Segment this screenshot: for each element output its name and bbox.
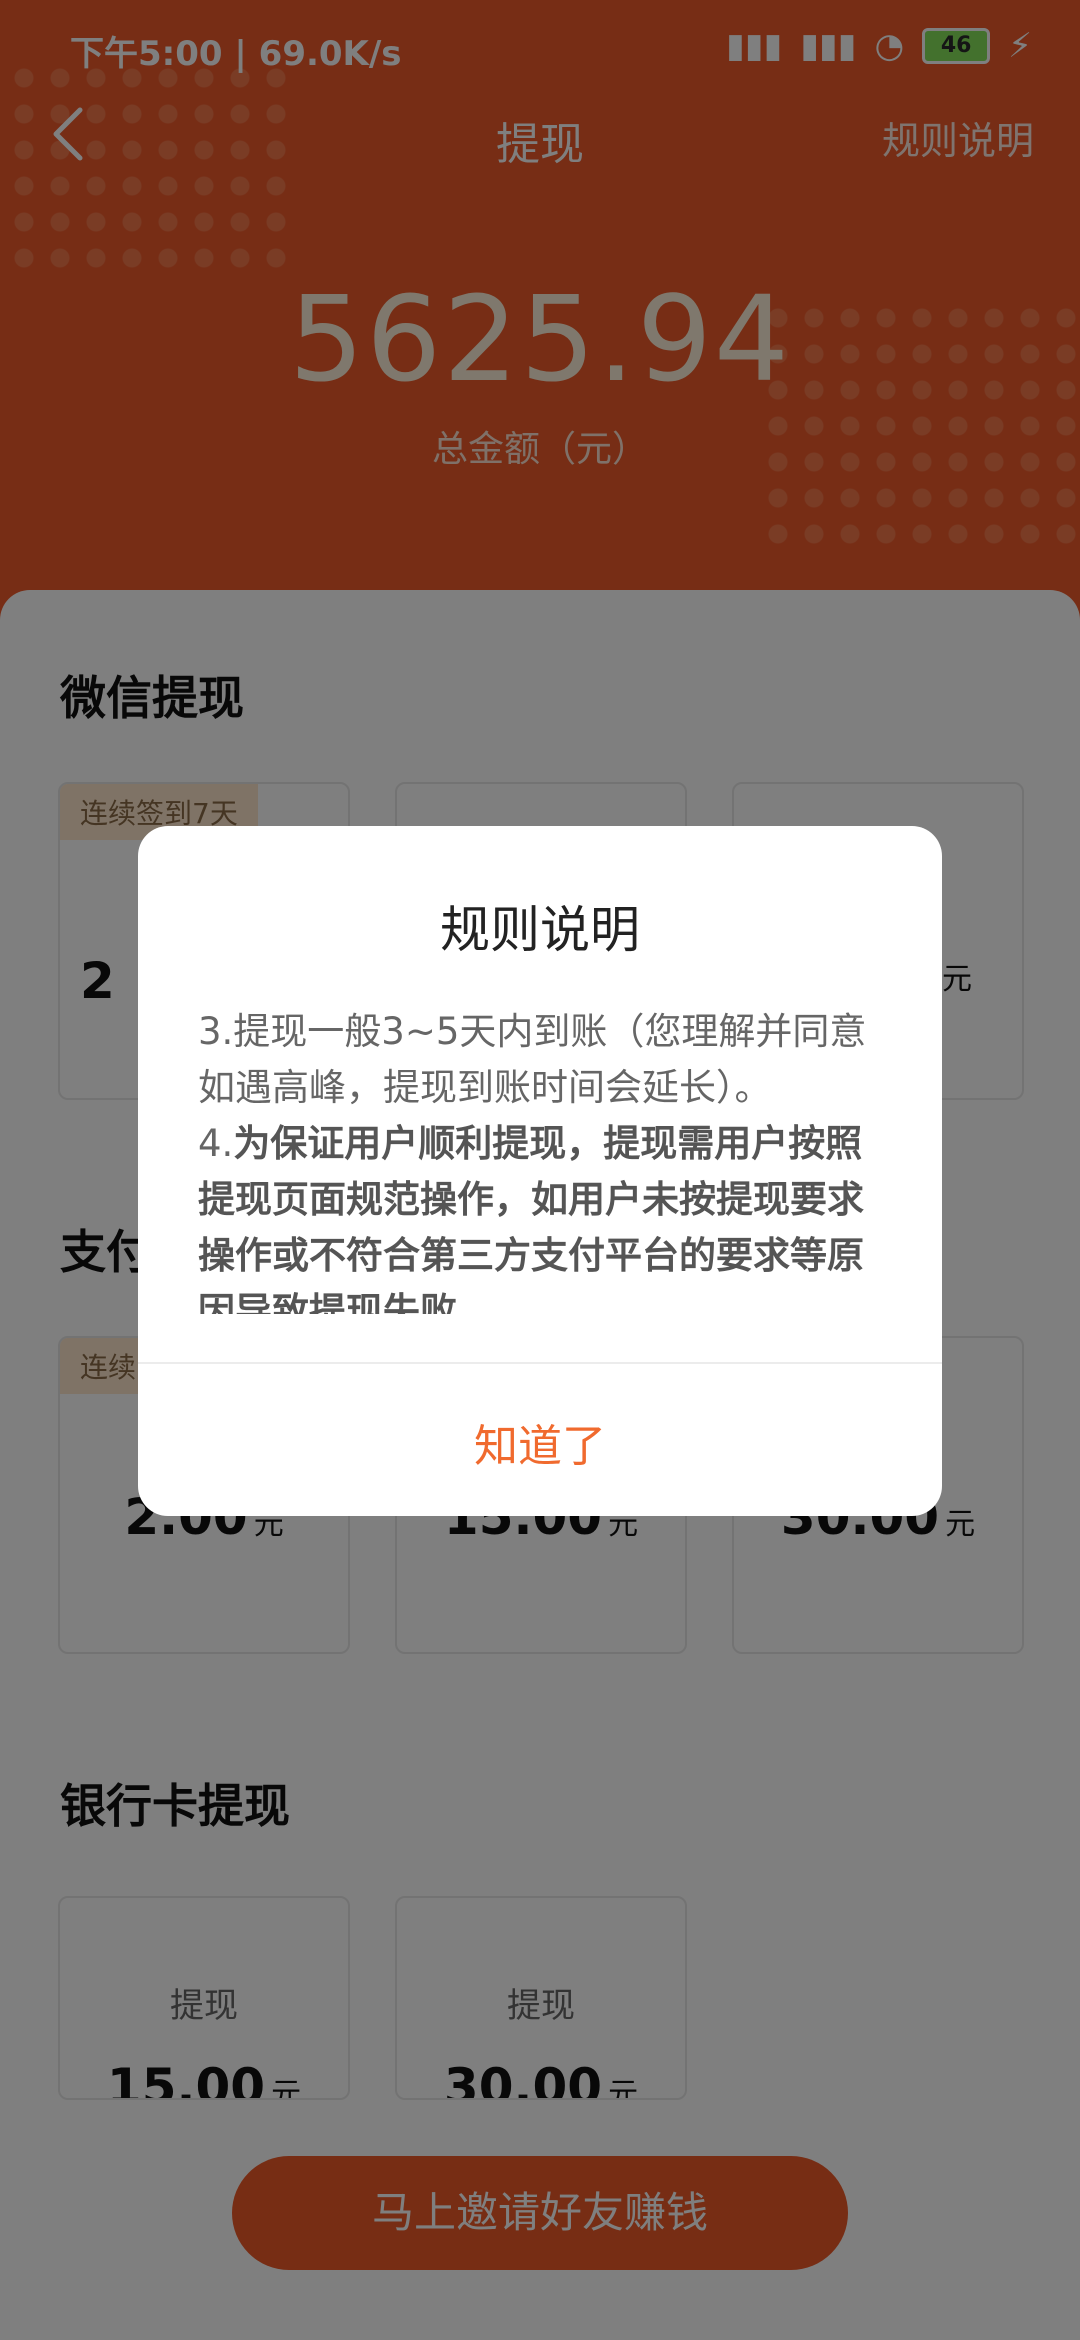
- rules-dialog: 规则说明 3.提现一般3~5天内到账（您理解并同意如遇高峰，提现到账时间会延长）…: [138, 826, 942, 1516]
- rule-4: 4.为保证用户顺利提现，提现需用户按照提现页面规范操作，如用户未按提现要求操作或…: [198, 1122, 864, 1314]
- scroll-fade: [198, 1314, 888, 1362]
- dialog-body[interactable]: 3.提现一般3~5天内到账（您理解并同意如遇高峰，提现到账时间会延长）。 4.为…: [198, 1004, 888, 1314]
- ok-button[interactable]: 知道了: [138, 1410, 942, 1474]
- rule-3: 3.提现一般3~5天内到账（您理解并同意如遇高峰，提现到账时间会延长）。: [198, 1010, 867, 1109]
- dialog-title: 规则说明: [440, 901, 640, 959]
- divider: [138, 1362, 942, 1364]
